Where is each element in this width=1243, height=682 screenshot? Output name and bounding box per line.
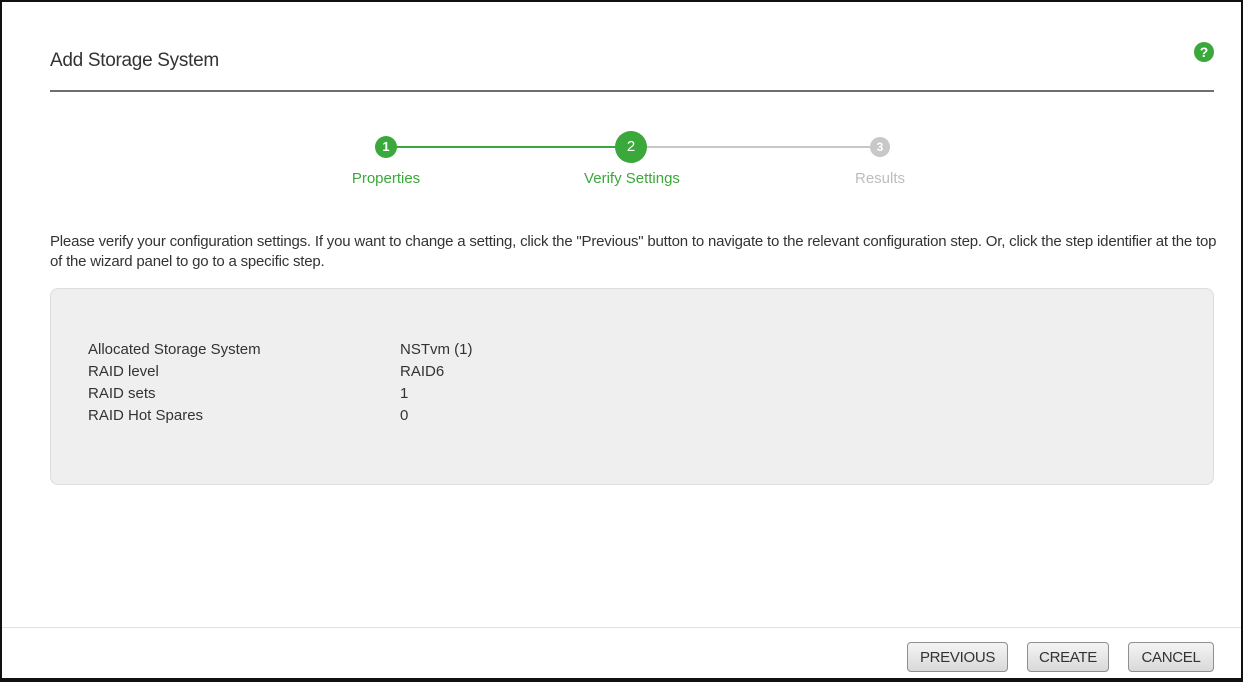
step-3-label: Results: [854, 170, 906, 187]
summary-value: NSTvm (1): [400, 341, 473, 358]
dialog-header: Add Storage System ?: [50, 42, 1214, 92]
previous-button[interactable]: PREVIOUS: [907, 642, 1008, 672]
summary-label: RAID Hot Spares: [88, 407, 204, 424]
step-1-label[interactable]: Properties: [352, 170, 420, 187]
wizard-stepper: 1 2 3 Properties Verify Settings Results: [2, 131, 1243, 192]
step-2-indicator[interactable]: 2: [615, 131, 647, 163]
summary-label: RAID level: [88, 363, 159, 380]
summary-value: RAID6: [400, 363, 445, 380]
step-1-indicator[interactable]: 1: [375, 136, 397, 158]
step-2-label[interactable]: Verify Settings: [584, 170, 680, 187]
instructions-text: Please verify your configuration setting…: [50, 233, 1217, 270]
settings-summary-panel: Allocated Storage System NSTvm (1) RAID …: [50, 288, 1214, 485]
summary-label: Allocated Storage System: [88, 341, 261, 358]
summary-value: 1: [400, 385, 409, 402]
cancel-button[interactable]: CANCEL: [1128, 642, 1214, 672]
step-connector-pending: [632, 146, 880, 148]
summary-value: 0: [400, 407, 409, 424]
create-button[interactable]: CREATE: [1027, 642, 1109, 672]
dialog-footer: PREVIOUS CREATE CANCEL: [2, 627, 1241, 681]
help-icon[interactable]: ?: [1194, 42, 1214, 62]
summary-label: RAID sets: [88, 385, 156, 402]
step-3-indicator: 3: [870, 137, 890, 157]
dialog-title: Add Storage System: [50, 50, 219, 71]
step-connector-completed: [386, 146, 632, 148]
add-storage-system-dialog: Add Storage System ? 1 2 3 Properties Ve…: [0, 0, 1243, 682]
